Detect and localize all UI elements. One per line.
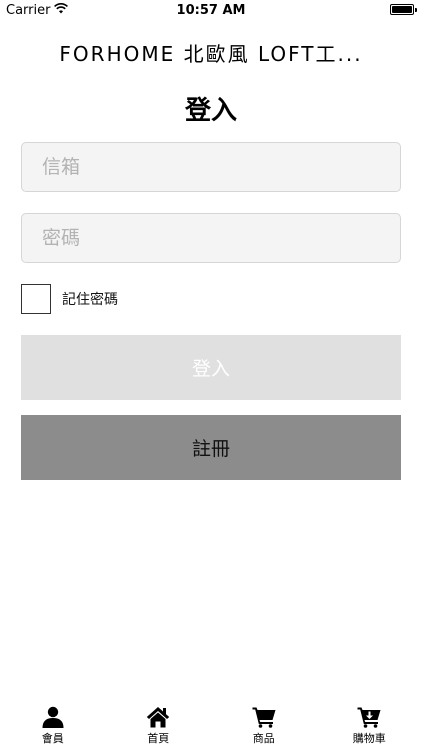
cart-add-icon xyxy=(357,707,381,728)
nav-title: FORHOME 北歐風 LOFT工... xyxy=(59,42,363,66)
page-title: 登入 xyxy=(184,96,237,126)
remember-password-label: 記住密碼 xyxy=(62,292,118,308)
remember-password-checkbox[interactable] xyxy=(21,284,51,314)
password-field[interactable] xyxy=(21,213,401,263)
tab-member[interactable]: 會員 xyxy=(0,704,106,750)
tab-bar: 會員 首頁 商品 購物車 xyxy=(0,704,422,750)
remember-password-row[interactable]: 記住密碼 xyxy=(21,284,118,314)
tab-home-label: 首頁 xyxy=(147,732,170,745)
user-icon xyxy=(42,706,64,728)
tab-cart[interactable]: 購物車 xyxy=(317,704,422,750)
status-bar: Carrier 10:57 AM xyxy=(0,0,422,22)
home-icon xyxy=(147,707,170,728)
email-field[interactable] xyxy=(21,142,401,192)
tab-cart-label: 購物車 xyxy=(352,732,386,745)
tab-home[interactable]: 首頁 xyxy=(106,704,212,750)
login-button[interactable]: 登入 xyxy=(21,335,401,400)
battery-icon xyxy=(390,4,417,15)
tab-products[interactable]: 商品 xyxy=(211,704,317,750)
tab-member-label: 會員 xyxy=(41,732,64,745)
tab-products-label: 商品 xyxy=(252,732,275,745)
status-right xyxy=(390,4,417,15)
cart-icon xyxy=(252,707,276,728)
register-button[interactable]: 註冊 xyxy=(21,415,401,480)
status-time: 10:57 AM xyxy=(176,3,246,18)
